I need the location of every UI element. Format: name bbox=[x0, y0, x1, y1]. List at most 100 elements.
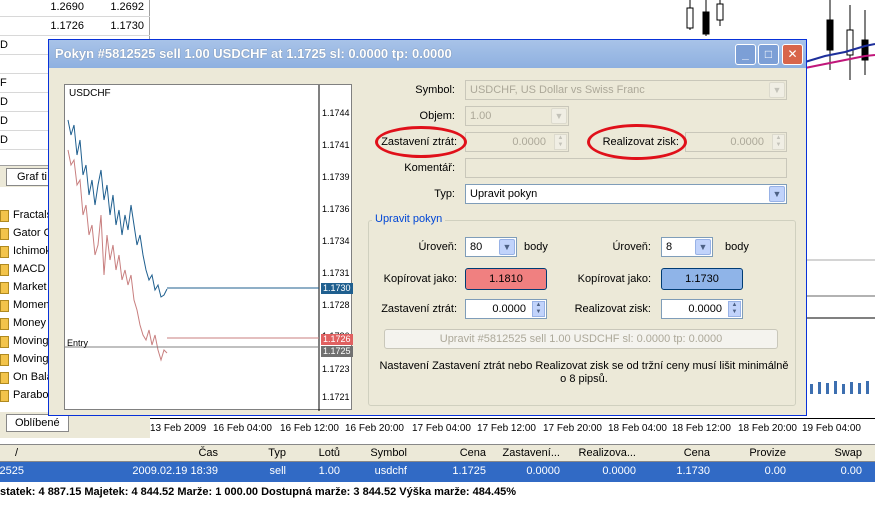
chevron-down-icon: ▼ bbox=[769, 82, 785, 98]
comment-field bbox=[465, 158, 787, 178]
market-watch-sym: D bbox=[0, 134, 8, 146]
mini-chart-svg bbox=[65, 85, 320, 411]
bg-histogram-bar bbox=[834, 381, 837, 394]
copy-right-label: Kopírovat jako: bbox=[577, 273, 651, 285]
ask-price-highlight: 1.1730 bbox=[321, 283, 353, 294]
min-distance-note: Nastavení Zastavení ztrát nebo Realizova… bbox=[379, 360, 789, 385]
copy-tp-button[interactable]: 1.1730 bbox=[661, 268, 743, 290]
level-right-select[interactable]: 8 ▼ bbox=[661, 237, 713, 257]
level-right-label: Úroveň: bbox=[612, 241, 651, 253]
time-tick-label: 16 Feb 12:00 bbox=[280, 423, 339, 434]
time-tick-label: 17 Feb 20:00 bbox=[543, 423, 602, 434]
bg-candle-body bbox=[686, 7, 694, 29]
price-tick-label: 1.1734 bbox=[322, 236, 350, 246]
table-row[interactable]: 1.1726 1.1730 bbox=[0, 17, 150, 36]
tab-favorites[interactable]: Oblíbené bbox=[6, 414, 69, 432]
bg-histogram-bar bbox=[866, 381, 869, 394]
maximize-icon[interactable]: □ bbox=[758, 44, 779, 65]
navigator-item-label: Moving bbox=[13, 353, 49, 365]
bid-price-line bbox=[67, 149, 168, 362]
column-header[interactable]: Symbol bbox=[317, 447, 407, 459]
modify-tp-field[interactable]: 0.0000 ▲ ▼ bbox=[661, 299, 743, 319]
minimize-icon[interactable]: _ bbox=[735, 44, 756, 65]
indicator-icon bbox=[0, 282, 9, 294]
comment-label: Komentář: bbox=[404, 162, 455, 174]
modify-sl-field[interactable]: 0.0000 ▲ ▼ bbox=[465, 299, 547, 319]
entry-label: Entry bbox=[67, 338, 89, 348]
price-tick-label: 1.1723 bbox=[322, 364, 350, 374]
market-watch-sym: D bbox=[0, 39, 8, 51]
symbol-select: USDCHF, US Dollar vs Swiss Franc ▼ bbox=[465, 80, 787, 100]
volume-value: 1.00 bbox=[470, 110, 492, 122]
account-status: statek: 4 887.15 Majetek: 4 844.52 Marže… bbox=[0, 482, 875, 502]
navigator-item-label: Momen bbox=[13, 299, 50, 311]
bg-candle-body bbox=[702, 11, 710, 35]
time-tick-label: 17 Feb 12:00 bbox=[477, 423, 536, 434]
bg-histogram-bar bbox=[826, 383, 829, 394]
symbol-value: USDCHF, US Dollar vs Swiss Franc bbox=[470, 84, 645, 96]
modify-sl-value: 0.0000 bbox=[492, 303, 526, 315]
indicator-icon bbox=[0, 390, 9, 402]
bg-histogram-bar bbox=[810, 384, 813, 394]
level-left-select[interactable]: 80 ▼ bbox=[465, 237, 517, 257]
dialog-title-bar[interactable]: Pokyn #5812525 sell 1.00 USDCHF at 1.172… bbox=[49, 40, 806, 68]
bg-histogram-bar bbox=[858, 383, 861, 394]
time-tick-label: 19 Feb 04:00 bbox=[802, 423, 861, 434]
chevron-down-icon[interactable]: ▼ bbox=[499, 239, 515, 255]
modify-tp-label: Realizovat zisk: bbox=[574, 303, 651, 315]
volume-label: Objem: bbox=[419, 110, 455, 122]
market-watch-sym: F bbox=[0, 77, 7, 89]
copy-left-label: Kopírovat jako: bbox=[383, 273, 457, 285]
order-modify-dialog: Pokyn #5812525 sell 1.00 USDCHF at 1.172… bbox=[48, 39, 807, 416]
copy-sl-button[interactable]: 1.1810 bbox=[465, 268, 547, 290]
stop-loss-field: 0.0000 ▲ ▼ bbox=[465, 132, 569, 152]
price-tick-label: 1.1741 bbox=[322, 140, 350, 150]
chevron-down-icon[interactable]: ▼ bbox=[769, 186, 785, 202]
price-tick-label: 1.1744 bbox=[322, 108, 350, 118]
type-select[interactable]: Upravit pokyn ▼ bbox=[465, 184, 787, 204]
bg-histogram-bar bbox=[850, 382, 853, 394]
entry-price-highlight: 1.1725 bbox=[321, 346, 353, 357]
table-row[interactable]: 2525 2009.02.19 18:39 sell 1.00 usdchf 1.1725… bbox=[0, 462, 875, 482]
symbol-label: Symbol: bbox=[415, 84, 455, 96]
navigator-item-label: Gator O bbox=[13, 227, 53, 239]
price-tick-label: 1.1739 bbox=[322, 172, 350, 182]
price-tick-label: 1.1721 bbox=[322, 392, 350, 402]
chevron-down-icon[interactable]: ▼ bbox=[695, 239, 711, 255]
take-profit-field: 0.0000 ▲ ▼ bbox=[685, 132, 787, 152]
navigator-item-label: Parabo bbox=[13, 389, 49, 401]
time-tick-label: 17 Feb 04:00 bbox=[412, 423, 471, 434]
chevron-down-icon: ▼ bbox=[551, 108, 567, 124]
market-watch-ask: 1.2692 bbox=[110, 1, 144, 13]
market-watch-sym: D bbox=[0, 115, 8, 127]
market-watch-ask: 1.1730 bbox=[110, 20, 144, 32]
indicator-icon bbox=[0, 264, 9, 276]
column-header[interactable]: Swap bbox=[772, 447, 862, 459]
table-cell: 2525 bbox=[0, 465, 24, 477]
modify-sl-label: Zastavení ztrát: bbox=[381, 303, 457, 315]
annotation-circle-take-profit bbox=[587, 124, 687, 160]
navigator-item-label: Moving bbox=[13, 335, 49, 347]
bg-histogram-bar bbox=[818, 382, 821, 394]
navigator-item-label: Money bbox=[13, 317, 47, 329]
tp-price-highlight: 1.1726 bbox=[321, 334, 353, 345]
indicator-icon bbox=[0, 246, 9, 258]
level-left-value: 80 bbox=[470, 241, 483, 253]
spinner-icon[interactable]: ▲ ▼ bbox=[728, 301, 741, 317]
close-icon[interactable]: ✕ bbox=[782, 44, 803, 65]
time-tick-label: 18 Feb 20:00 bbox=[738, 423, 797, 434]
table-cell: usdchf bbox=[374, 465, 407, 477]
order-mini-chart: USDCHF Entry 1.1744 1.1741 1.1739 1.1736… bbox=[64, 84, 353, 411]
modify-order-button[interactable]: Upravit #5812525 sell 1.00 USDCHF sl: 0.… bbox=[384, 329, 778, 349]
spinner-icon[interactable]: ▲ ▼ bbox=[532, 301, 545, 317]
indicator-icon bbox=[0, 372, 9, 384]
market-watch-bid: 1.2690 bbox=[50, 1, 84, 13]
column-header[interactable]: / bbox=[8, 447, 18, 459]
time-tick-label: 13 Feb 2009 bbox=[150, 423, 207, 434]
table-row[interactable]: 1.2690 1.2692 bbox=[0, 0, 150, 17]
level-left-units: body bbox=[524, 241, 548, 253]
time-tick-label: 16 Feb 04:00 bbox=[213, 423, 272, 434]
time-tick-label: 18 Feb 12:00 bbox=[672, 423, 731, 434]
navigator-item-label: Ichimok bbox=[13, 245, 51, 257]
time-axis: 13 Feb 2009 16 Feb 04:00 16 Feb 12:00 16 Fe… bbox=[150, 418, 875, 440]
